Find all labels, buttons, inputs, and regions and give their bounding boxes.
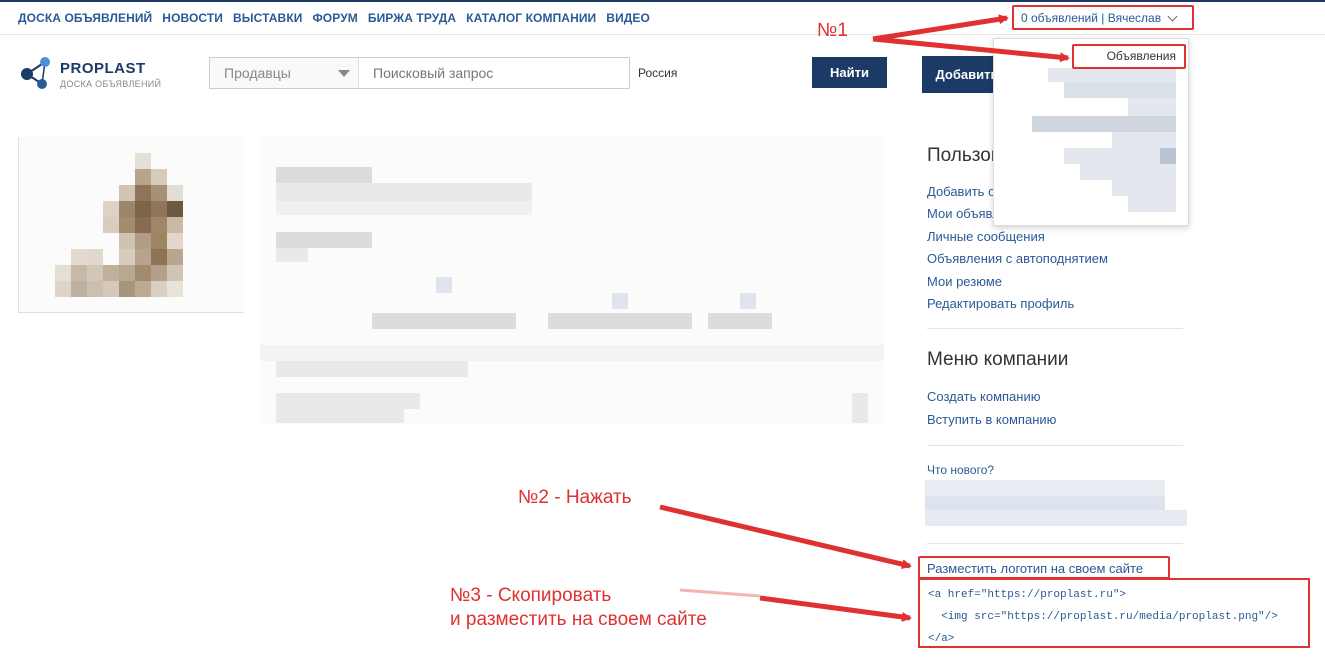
annotation-step3-line2: и разместить на своем сайте [450,609,707,630]
annotation-step3-line1: №3 - Скопировать [450,585,612,606]
annotation-step2: №2 - Нажать [518,487,632,508]
annotation-step1: №1 [817,20,848,41]
annotation-arrows [659,14,1070,622]
